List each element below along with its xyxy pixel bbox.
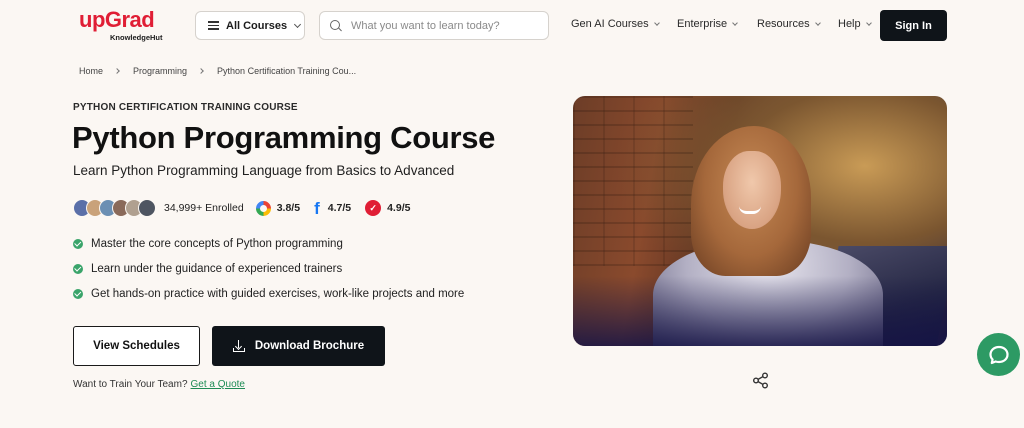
list-item: Get hands-on practice with guided exerci… (73, 287, 464, 300)
avatar (138, 199, 156, 217)
search-input[interactable] (351, 19, 541, 32)
learner-avatars (73, 199, 156, 217)
breadcrumb-programming[interactable]: Programming (133, 66, 187, 76)
list-item: Master the core concepts of Python progr… (73, 237, 464, 250)
train-team-text: Want to Train Your Team? (73, 379, 188, 390)
view-schedules-button[interactable]: View Schedules (73, 326, 200, 366)
highlight-text: Master the core concepts of Python progr… (91, 237, 343, 250)
switchup-rating: ✓ 4.9/5 (365, 200, 410, 216)
sign-in-button[interactable]: Sign In (880, 10, 947, 41)
download-icon (232, 340, 245, 352)
nav-resources-label: Resources (757, 18, 810, 30)
social-proof: 34,999+ Enrolled 3.8/5 f 4.7/5 ✓ 4.9/5 (73, 198, 424, 218)
course-eyebrow: PYTHON CERTIFICATION TRAINING COURSE (73, 102, 298, 113)
download-brochure-label: Download Brochure (254, 340, 365, 352)
page-title: Python Programming Course (72, 120, 496, 155)
switchup-rating-value: 4.9/5 (387, 202, 411, 214)
highlight-text: Learn under the guidance of experienced … (91, 262, 343, 275)
chevron-down-icon (732, 19, 738, 26)
upgrad-logo[interactable]: upGrad KnowledgeHut (79, 8, 169, 44)
all-courses-label: All Courses (226, 19, 288, 32)
chevron-down-icon (814, 19, 821, 26)
facebook-rating-value: 4.7/5 (327, 202, 352, 214)
chat-bubble-icon (988, 345, 1009, 364)
menu-icon (208, 21, 219, 30)
course-highlights: Master the core concepts of Python progr… (73, 237, 464, 312)
highlight-text: Get hands-on practice with guided exerci… (91, 287, 465, 300)
chevron-right-icon (198, 68, 204, 74)
google-rating-value: 3.8/5 (276, 202, 301, 214)
chevron-down-icon (865, 19, 872, 26)
breadcrumb-home[interactable]: Home (79, 66, 103, 76)
train-team-line: Want to Train Your Team? Get a Quote (73, 379, 245, 390)
nav-resources[interactable]: Resources (757, 18, 821, 30)
chat-button[interactable] (977, 333, 1020, 376)
chevron-down-icon (653, 19, 660, 26)
nav-help-label: Help (838, 18, 861, 30)
chevron-down-icon (294, 20, 302, 28)
enrolled-count: 34,999+ Enrolled (164, 202, 244, 214)
chevron-right-icon (114, 68, 120, 74)
facebook-icon: f (314, 198, 320, 218)
nav-gen-ai-courses-label: Gen AI Courses (571, 18, 649, 30)
check-circle-icon (73, 263, 83, 274)
google-icon (255, 200, 271, 216)
facebook-rating: f 4.7/5 (314, 198, 352, 218)
get-a-quote-link[interactable]: Get a Quote (191, 379, 245, 390)
page-subtitle: Learn Python Programming Language from B… (73, 163, 455, 178)
hero-image (573, 96, 947, 346)
share-icon[interactable] (752, 372, 769, 389)
google-rating: 3.8/5 (255, 200, 301, 216)
logo-brand: upGrad (79, 7, 155, 32)
nav-gen-ai-courses[interactable]: Gen AI Courses (571, 18, 660, 30)
breadcrumb: Home Programming Python Certification Tr… (79, 66, 356, 76)
download-brochure-button[interactable]: Download Brochure (212, 326, 385, 366)
list-item: Learn under the guidance of experienced … (73, 262, 464, 275)
nav-help[interactable]: Help (838, 18, 872, 30)
nav-enterprise-label: Enterprise (677, 18, 728, 30)
switchup-icon: ✓ (365, 200, 382, 216)
check-circle-icon (73, 288, 83, 299)
site-header: upGrad KnowledgeHut All Courses Gen AI C… (0, 0, 1024, 50)
check-circle-icon (73, 238, 83, 249)
breadcrumb-current: Python Certification Training Cou... (217, 66, 357, 76)
logo-sub: KnowledgeHut (110, 33, 163, 42)
search-icon (330, 19, 342, 32)
search-box (319, 11, 549, 40)
nav-enterprise[interactable]: Enterprise (677, 18, 738, 30)
all-courses-button[interactable]: All Courses (195, 11, 305, 40)
